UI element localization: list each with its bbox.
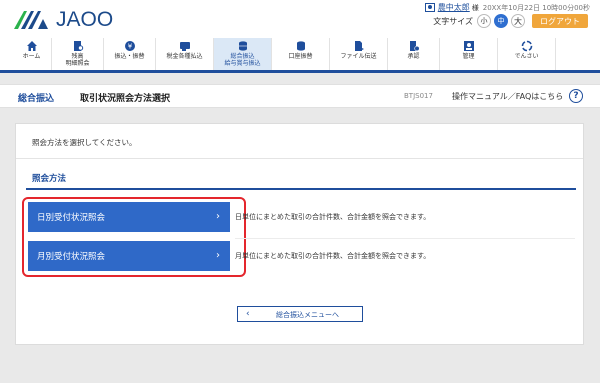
nav-label: ホーム	[22, 53, 41, 60]
divider	[16, 158, 583, 159]
divider	[235, 238, 575, 239]
back-to-menu-button[interactable]: ‹ 総合振込メニューへ	[237, 306, 363, 322]
document-search-icon	[72, 40, 84, 52]
nav-label: 総合振込 給与賞与振込	[224, 53, 261, 67]
chevron-right-icon: ›	[216, 211, 220, 222]
user-honorific: 様	[471, 3, 479, 12]
daily-status-inquiry-button[interactable]: 日別受付状況照会 ›	[28, 202, 230, 232]
payment-card-icon	[179, 40, 191, 52]
chevron-left-icon: ‹	[246, 309, 250, 319]
font-size-label: 文字サイズ	[433, 16, 473, 26]
monthly-status-inquiry-button[interactable]: 月別受付状況照会 ›	[28, 241, 230, 271]
user-info: 農中太郎 様 20XX年10月22日 10時00分00秒	[424, 2, 590, 13]
section-title: 照会方法	[32, 174, 67, 184]
nav-label: 振込・振替	[114, 53, 145, 60]
nav-label: ファイル伝送	[340, 53, 377, 60]
nav-item-densai[interactable]: でんさい	[498, 38, 556, 70]
page-title: 取引状況照会方法選択	[80, 94, 171, 104]
nav-item-balance[interactable]: 残高 明細照会	[52, 38, 104, 70]
option-description: 月単位にまとめた取引の合計件数、合計金額を照会できます。	[235, 252, 431, 260]
header: JAOO 農中太郎 様 20XX年10月22日 10時00分00秒 文字サイズ …	[0, 0, 600, 38]
logout-button[interactable]: ログアウト	[532, 14, 588, 28]
font-size-large-button[interactable]: 大	[511, 14, 525, 28]
admin-icon	[463, 40, 475, 52]
help-icon[interactable]: ?	[569, 89, 583, 103]
nav-label: 税金各種払込	[166, 53, 203, 60]
page-title-bar: 総合振込 取引状況照会方法選択 BTJS017 操作マニュアル／FAQはこちら …	[0, 84, 600, 108]
section-rule	[26, 188, 576, 190]
font-size-medium-button[interactable]: 中	[494, 14, 508, 28]
option-description: 日単位にまとめた取引の合計件数、合計金額を照会できます。	[235, 213, 431, 221]
home-icon	[26, 40, 38, 52]
font-size-controls: 文字サイズ 小 中 大 ログアウト	[433, 14, 588, 28]
font-size-small-button[interactable]: 小	[477, 14, 491, 28]
button-label: 日別受付状況照会	[37, 213, 106, 223]
user-name-link[interactable]: 農中太郎	[438, 2, 470, 13]
section-name: 総合振込	[18, 94, 55, 104]
nav-item-koza-furikae[interactable]: 口座振替	[272, 38, 330, 70]
main-nav: ホーム 残高 明細照会 ¥ 振込・振替 税金各種払込 総合振込 給与賞与振込 口…	[0, 38, 600, 73]
nav-item-transfer[interactable]: ¥ 振込・振替	[104, 38, 156, 70]
login-timestamp: 20XX年10月22日 10時00分00秒	[482, 3, 590, 12]
nav-label: 承認	[407, 53, 420, 60]
ja-logo[interactable]: JAOO	[12, 8, 113, 32]
instruction-text: 照会方法を選択してください。	[32, 138, 137, 147]
chevron-right-icon: ›	[216, 250, 220, 261]
coins-stack-icon	[237, 40, 249, 52]
approval-icon	[408, 40, 420, 52]
yen-transfer-icon: ¥	[124, 40, 136, 52]
button-label: 総合振込メニューへ	[276, 311, 339, 319]
nav-item-home[interactable]: ホーム	[12, 38, 52, 70]
content-card: 照会方法を選択してください。 照会方法 日別受付状況照会 › 日単位にまとめた取…	[15, 123, 584, 345]
help-link[interactable]: 操作マニュアル／FAQはこちら	[452, 91, 563, 102]
nav-label: でんさい	[514, 53, 539, 60]
screen-code: BTJS017	[404, 92, 433, 100]
nav-label: 管理	[462, 53, 475, 60]
nav-item-admin[interactable]: 管理	[440, 38, 498, 70]
nav-item-sogo-furikomi[interactable]: 総合振込 給与賞与振込	[214, 38, 272, 70]
file-transfer-icon	[353, 40, 365, 52]
coins-icon	[295, 40, 307, 52]
user-icon	[424, 3, 435, 12]
nav-item-approval[interactable]: 承認	[388, 38, 440, 70]
densai-icon	[521, 40, 533, 52]
button-label: 月別受付状況照会	[37, 252, 106, 262]
nav-item-file-transfer[interactable]: ファイル伝送	[330, 38, 388, 70]
nav-label: 残高 明細照会	[65, 53, 90, 67]
svg-text:¥: ¥	[127, 43, 132, 51]
logo-text: JAOO	[56, 8, 114, 31]
nav-label: 口座振替	[288, 53, 313, 60]
nav-item-tax[interactable]: 税金各種払込	[156, 38, 214, 70]
ja-logo-mark-icon	[14, 11, 48, 29]
